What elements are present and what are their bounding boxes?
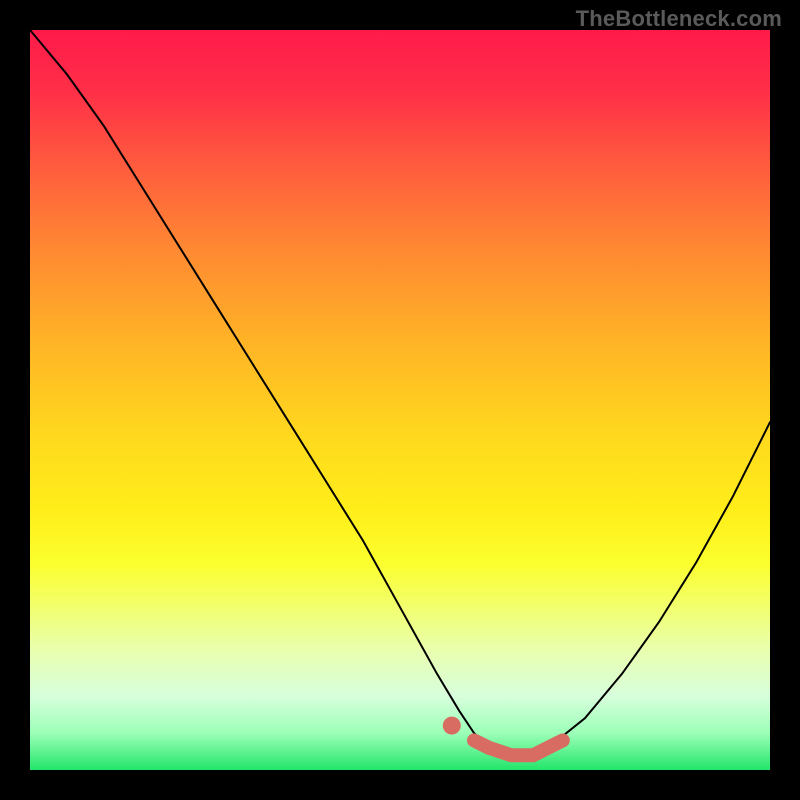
curve-highlight-dot	[443, 717, 461, 735]
bottleneck-curve	[30, 30, 770, 755]
watermark-text: TheBottleneck.com	[576, 6, 782, 32]
chart-plot-area	[30, 30, 770, 770]
curve-highlight-segment	[474, 740, 563, 755]
chart-svg	[30, 30, 770, 770]
